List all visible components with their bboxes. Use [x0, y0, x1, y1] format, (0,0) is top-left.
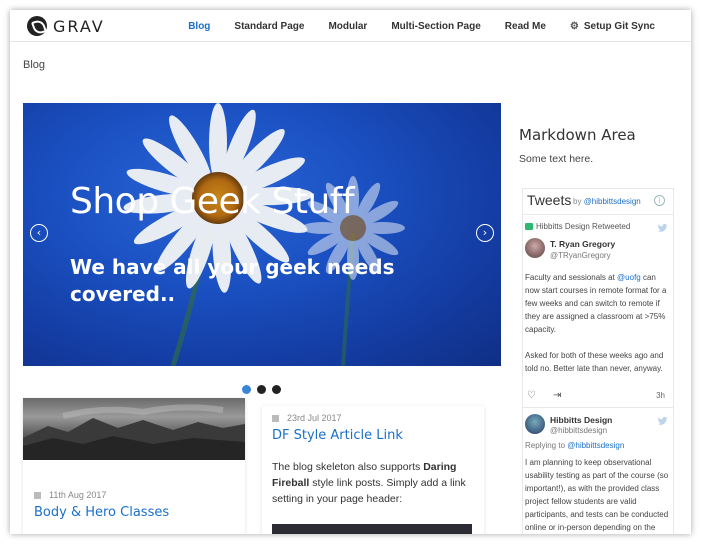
- tweet-author-name[interactable]: T. Ryan Gregory: [550, 239, 615, 249]
- avatar[interactable]: [525, 238, 545, 258]
- code-block: [272, 524, 472, 534]
- grav-logo-icon: [27, 16, 47, 36]
- post-excerpt: The blog skeleton also supports Daring F…: [272, 461, 466, 505]
- carousel-prev-button[interactable]: ‹: [30, 224, 48, 242]
- tweet-text: I am planning to keep observational usab…: [525, 458, 669, 532]
- tweet-actions: ♡ ⇥ 3h: [527, 390, 669, 402]
- replying-to: Replying to @hibbittsdesign: [525, 441, 625, 450]
- heart-icon[interactable]: ♡: [527, 390, 536, 401]
- logo-text: GRAV: [53, 16, 105, 36]
- blog-card-body-hero: 11th Aug 2017 Body & Hero Classes: [23, 398, 245, 534]
- info-icon[interactable]: i: [654, 195, 665, 206]
- twitter-timeline: Tweets by @hibbittsdesign i Hibbitts Des…: [522, 188, 674, 534]
- mountain-image: [23, 398, 245, 460]
- mention-link[interactable]: @hibbittsdesign: [567, 441, 624, 450]
- share-icon[interactable]: ⇥: [553, 390, 561, 401]
- tweet-item[interactable]: Hibbitts Design Retweeted T. Ryan Gregor…: [523, 216, 673, 408]
- hero-subtitle: We have all your geek needs covered..: [70, 255, 395, 306]
- tweet-text: Faculty and sessionals at @uofg can now …: [525, 273, 667, 373]
- tweets-header: Tweets by @hibbittsdesign i: [523, 189, 673, 215]
- tweet-author-name[interactable]: Hibbitts Design: [550, 415, 612, 425]
- nav-item-modular[interactable]: Modular: [328, 21, 367, 32]
- markdown-area-text: Some text here.: [519, 153, 594, 165]
- hero-title: Shop Geek Stuff: [70, 181, 355, 222]
- markdown-area-title: Markdown Area: [519, 126, 636, 144]
- main-nav: Blog Standard Page Modular Multi-Section…: [188, 10, 691, 42]
- tweet-author-handle[interactable]: @TRyanGregory: [550, 251, 611, 260]
- tweet-item[interactable]: Hibbitts Design @hibbittsdesign Replying…: [523, 409, 673, 534]
- breadcrumb[interactable]: Blog: [23, 59, 45, 71]
- post-title-link[interactable]: DF Style Article Link: [272, 428, 403, 443]
- site-header: GRAV Blog Standard Page Modular Multi-Se…: [10, 10, 691, 42]
- hero-carousel: Shop Geek Stuff We have all your geek ne…: [23, 103, 501, 366]
- chevron-right-icon: ›: [482, 226, 488, 239]
- retweet-icon: [525, 223, 533, 230]
- twitter-bird-icon[interactable]: [657, 224, 668, 232]
- carousel-next-button[interactable]: ›: [476, 224, 494, 242]
- site-logo[interactable]: GRAV: [27, 16, 105, 36]
- chevron-left-icon: ‹: [36, 226, 42, 239]
- nav-item-setup-git-sync-label: Setup Git Sync: [583, 20, 655, 32]
- tweets-title: Tweets: [527, 192, 572, 208]
- post-date: 23rd Jul 2017: [272, 413, 342, 423]
- avatar[interactable]: [525, 414, 545, 434]
- carousel-dot-1[interactable]: [242, 385, 251, 394]
- browser-page: GRAV Blog Standard Page Modular Multi-Se…: [10, 10, 691, 534]
- nav-item-standard-page[interactable]: Standard Page: [234, 21, 304, 32]
- tweet-time[interactable]: 3h: [656, 391, 665, 400]
- hero-daisy-image: [123, 103, 405, 366]
- calendar-icon: [272, 414, 279, 422]
- nav-item-setup-git-sync[interactable]: ⚙ Setup Git Sync: [570, 21, 655, 32]
- post-date: 11th Aug 2017: [34, 490, 106, 500]
- tweets-by[interactable]: by @hibbittsdesign: [573, 197, 641, 206]
- carousel-dot-2[interactable]: [257, 385, 266, 394]
- nav-item-read-me[interactable]: Read Me: [505, 21, 546, 32]
- post-title-link[interactable]: Body & Hero Classes: [34, 505, 169, 520]
- mention-link[interactable]: @uofg: [617, 273, 641, 282]
- nav-item-blog[interactable]: Blog: [188, 21, 210, 32]
- nav-item-multi-section-page[interactable]: Multi-Section Page: [391, 21, 480, 32]
- gear-icon: ⚙: [569, 20, 579, 32]
- twitter-bird-icon[interactable]: [657, 417, 668, 425]
- retweet-label: Hibbitts Design Retweeted: [525, 222, 630, 231]
- carousel-dot-3[interactable]: [272, 385, 281, 394]
- calendar-icon: [34, 491, 41, 499]
- carousel-dots: [242, 385, 287, 394]
- tweet-author-handle[interactable]: @hibbittsdesign: [550, 426, 607, 435]
- blog-card-df-style: 23rd Jul 2017 DF Style Article Link The …: [262, 406, 484, 534]
